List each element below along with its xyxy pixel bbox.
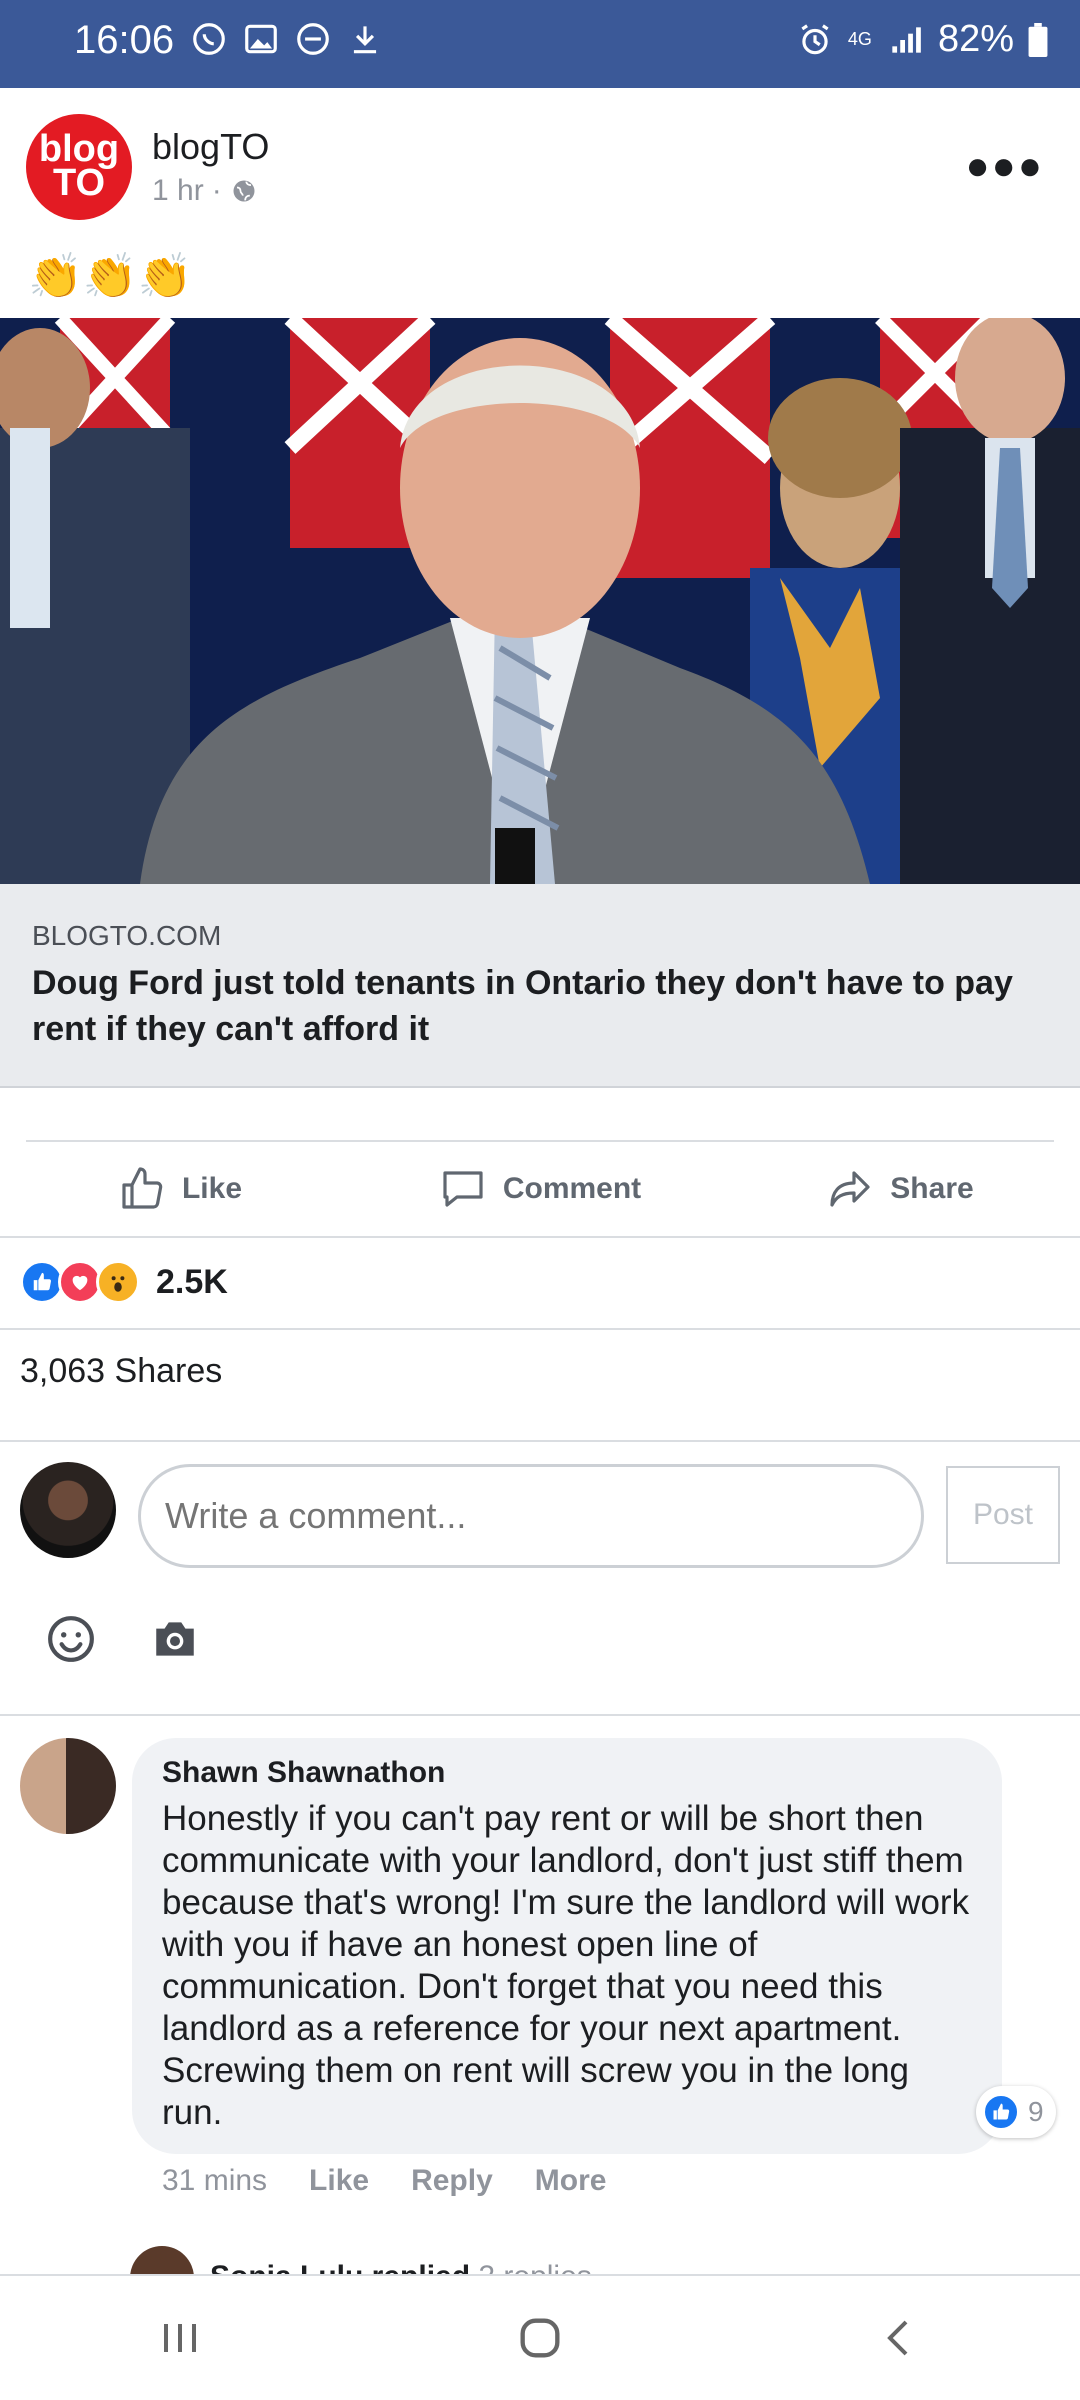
post-comment-button[interactable]: Post <box>946 1466 1060 1564</box>
notification-icons <box>190 20 384 58</box>
emoji-icon[interactable] <box>46 1614 96 1664</box>
divider <box>0 1236 1080 1238</box>
post-meta: 1 hr · <box>152 174 258 208</box>
comment-input[interactable] <box>138 1464 924 1568</box>
home-icon <box>520 2318 560 2358</box>
alarm-icon <box>801 23 829 54</box>
status-right: 4G 82% <box>796 18 1048 61</box>
comment-bubble[interactable]: Shawn Shawnathon Honestly if you can't p… <box>132 1738 1002 2154</box>
link-title[interactable]: Doug Ford just told tenants in Ontario t… <box>32 960 1052 1052</box>
status-time: 16:06 <box>74 18 175 62</box>
like-label: Like <box>181 1172 243 1205</box>
comment-reply-button[interactable]: Reply <box>411 2164 493 2198</box>
page-avatar[interactable]: blog TO <box>26 114 132 220</box>
signal-icon <box>892 26 921 53</box>
commenter-avatar[interactable] <box>20 1738 116 1834</box>
page-name[interactable]: blogTO <box>152 126 269 168</box>
comment-more-button[interactable]: More <box>535 2164 607 2198</box>
post-text: 👏👏👏 <box>28 252 193 301</box>
user-avatar <box>20 1462 116 1558</box>
camera-icon[interactable] <box>150 1614 200 1664</box>
share-count[interactable]: 3,063 Shares <box>20 1352 222 1391</box>
divider <box>0 1328 1080 1330</box>
recent-apps-button[interactable] <box>140 2298 220 2378</box>
comment-icon <box>443 1171 483 1207</box>
link-domain: BLOGTO.COM <box>32 920 222 951</box>
comment-like-button[interactable]: Like <box>309 2164 369 2198</box>
back-button[interactable] <box>860 2298 940 2378</box>
gallery-icon <box>245 24 277 54</box>
reply-author: Sonia Lulu <box>210 2260 363 2274</box>
share-label: Share <box>890 1172 974 1205</box>
meta-separator: · <box>211 174 222 207</box>
comment-actions: 31 mins Like Reply More <box>162 2164 606 2198</box>
commenter-name[interactable]: Shawn Shawnathon <box>162 1756 972 1790</box>
comment-time: 31 mins <box>162 2164 268 2197</box>
globe-icon <box>233 180 255 202</box>
comment-like-count[interactable]: 9 <box>976 2086 1056 2138</box>
share-button[interactable]: Share <box>720 1142 1080 1236</box>
reaction-count: 2.5K <box>156 1262 228 1301</box>
like-button[interactable]: Like <box>0 1142 360 1236</box>
divider <box>0 1440 1080 1442</box>
post-image[interactable] <box>0 318 1080 884</box>
link-preview[interactable]: BLOGTO.COM Doug Ford just told tenants i… <box>0 884 1080 1088</box>
more-options-icon[interactable]: ●●● <box>966 144 1044 189</box>
battery-percent: 82% <box>937 18 1014 60</box>
back-chevron-icon <box>887 2320 908 2356</box>
download-icon <box>353 26 377 54</box>
post-header: blog TO blogTO 1 hr · ●●● <box>0 88 1080 248</box>
recent-apps-icon <box>164 2324 196 2352</box>
divider <box>0 1714 1080 1716</box>
press-conference-image <box>0 318 1080 884</box>
logo-text-line1: blog <box>38 128 120 170</box>
comment-button[interactable]: Comment <box>360 1142 720 1236</box>
reply-preview[interactable]: Sonia Lulu replied 2 replies <box>130 2246 592 2274</box>
logo-text-line2: TO <box>52 162 106 204</box>
share-arrow-icon <box>830 1171 870 1207</box>
system-nav-bar <box>0 2274 1080 2400</box>
network-type: 4G <box>847 29 872 49</box>
like-reaction-icon <box>982 2093 1020 2131</box>
reply-count: 2 replies <box>478 2260 591 2274</box>
home-button[interactable] <box>500 2298 580 2378</box>
comment-label: Comment <box>502 1172 642 1205</box>
whatsapp-icon <box>193 23 225 55</box>
reactions-summary[interactable]: 2.5K <box>20 1254 228 1310</box>
status-bar: 16:06 4G 82% <box>0 0 1080 88</box>
comment-text: Honestly if you can't pay rent or will b… <box>162 1799 970 2132</box>
reply-action: replied <box>372 2260 470 2274</box>
do-not-disturb-icon <box>297 23 329 55</box>
wow-reaction-icon <box>96 1260 140 1304</box>
reply-preview-text: Sonia Lulu replied 2 replies <box>210 2246 592 2274</box>
post-time: 1 hr <box>152 174 204 207</box>
comment-likes-value: 9 <box>1028 2096 1044 2127</box>
battery-icon <box>1028 22 1048 57</box>
thumbs-up-icon <box>122 1167 163 1209</box>
post-action-bar: Like Comment Share <box>0 1142 1080 1236</box>
reply-avatar <box>130 2246 194 2274</box>
